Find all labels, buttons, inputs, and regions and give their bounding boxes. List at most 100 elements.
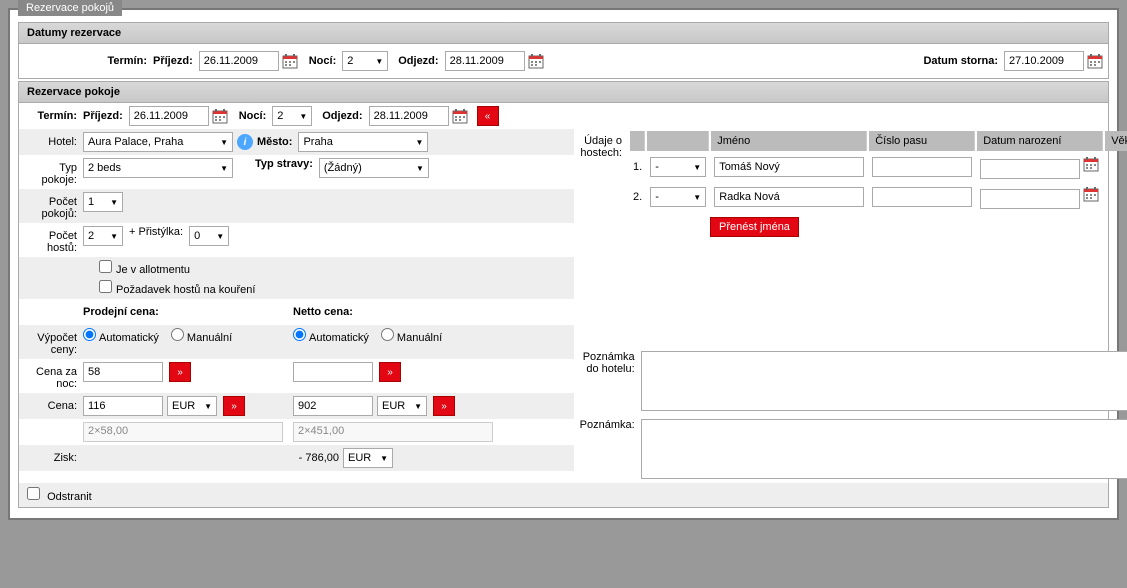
room-departure-input[interactable] [369,106,449,126]
prodejni-label: Prodejní cena: [83,306,293,318]
calendar-icon[interactable] [1082,155,1100,173]
general-note-label: Poznámka: [578,419,641,479]
sell-currency-select[interactable]: EUR▼ [167,396,217,416]
nights-select[interactable]: 2▼ [342,51,388,71]
netto-label: Netto cena: [293,306,353,318]
guests-label: Údaje o hostech: [578,129,628,237]
zisk-label: Zisk: [23,452,83,464]
info-icon[interactable]: i [237,134,253,150]
net-price-night-input[interactable] [293,362,373,382]
zisk-currency-select[interactable]: EUR▼ [343,448,393,468]
col-pas: Číslo pasu [869,131,975,151]
guests-table: Jméno Číslo pasu Datum narození Věk [628,129,1127,213]
pocet-pokoju-label: Počet pokojů: [23,192,83,220]
pocet-hostu-label: Počet hostů: [23,226,83,254]
zisk-value: - 786,00 [293,452,343,464]
cena-label: Cena: [23,400,83,412]
city-select[interactable]: Praha▼ [298,132,428,152]
guest-count-select[interactable]: 2▼ [83,226,123,246]
storno-label: Datum storna: [923,55,1004,67]
calendar-icon[interactable] [1082,185,1100,203]
room-type-select[interactable]: 2 beds▼ [83,158,233,178]
hotel-select[interactable]: Aura Palace, Praha▼ [83,132,233,152]
room-arrival-input[interactable] [129,106,209,126]
prijezd-label: Příjezd: [153,55,199,67]
arrival-date-input[interactable] [199,51,279,71]
general-note-textarea[interactable] [641,419,1127,479]
sell-manual-radio-label[interactable]: Manuální [171,328,232,344]
room-section: Rezervace pokoje Termín: Příjezd: Nocí: … [18,81,1109,508]
net-breakdown: 2×451,00 [293,422,493,442]
room-nights-select[interactable]: 2▼ [272,106,312,126]
termin-label: Termín: [23,110,83,122]
guest-passport-input[interactable] [872,157,972,177]
sell-breakdown: 2×58,00 [83,422,283,442]
hotel-note-textarea[interactable] [641,351,1127,411]
net-arrow-button[interactable]: » [433,396,455,416]
termin-label: Termín: [23,55,153,67]
departure-date-input[interactable] [445,51,525,71]
sell-auto-radio[interactable] [83,328,96,341]
sell-night-arrow-button[interactable]: » [169,362,191,382]
room-count-select[interactable]: 1▼ [83,192,123,212]
col-narozeni: Datum narození [977,131,1103,151]
net-manual-radio[interactable] [381,328,394,341]
extra-bed-select[interactable]: 0▼ [189,226,229,246]
net-night-arrow-button[interactable]: » [379,362,401,382]
net-manual-radio-label[interactable]: Manuální [381,328,442,344]
guest-name-input[interactable] [714,187,864,207]
guest-row: 1. -▼ [630,153,1127,181]
dates-section: Datumy rezervace Termín: Příjezd: Nocí: … [18,22,1109,79]
sell-price-input[interactable] [83,396,163,416]
hotel-label: Hotel: [23,136,83,148]
dates-header: Datumy rezervace [19,23,1108,44]
collapse-button[interactable]: « [477,106,499,126]
guest-title-select[interactable]: -▼ [650,187,706,207]
calendar-icon[interactable] [451,107,469,125]
guest-birth-input[interactable] [980,189,1080,209]
allotment-checkbox-label[interactable]: Je v allotmentu [99,260,190,276]
cena-noc-label: Cena za noc: [23,362,83,390]
smoking-checkbox[interactable] [99,280,112,293]
room-header: Rezervace pokoje [19,82,1108,103]
vypocet-label: Výpočet ceny: [23,328,83,356]
sell-arrow-button[interactable]: » [223,396,245,416]
guest-title-select[interactable]: -▼ [650,157,706,177]
guest-name-input[interactable] [714,157,864,177]
odjezd-label: Odjezd: [312,110,368,122]
mesto-label: Město: [257,136,298,148]
meal-type-select[interactable]: (Žádný)▼ [319,158,429,178]
sell-price-night-input[interactable] [83,362,163,382]
net-currency-select[interactable]: EUR▼ [377,396,427,416]
storno-date-input[interactable] [1004,51,1084,71]
net-auto-radio-label[interactable]: Automatický [293,328,369,344]
sell-auto-radio-label[interactable]: Automatický [83,328,159,344]
remove-checkbox[interactable] [27,487,40,500]
calendar-icon[interactable] [211,107,229,125]
odjezd-label: Odjezd: [388,55,444,67]
pristylka-label: + Přistýlka: [123,226,189,238]
typ-pokoje-label: Typ pokoje: [23,158,83,186]
calendar-icon[interactable] [527,52,545,70]
guest-birth-input[interactable] [980,159,1080,179]
net-auto-radio[interactable] [293,328,306,341]
smoking-checkbox-label[interactable]: Požadavek hostů na kouření [99,280,255,296]
guest-passport-input[interactable] [872,187,972,207]
noci-label: Nocí: [299,55,343,67]
allotment-checkbox[interactable] [99,260,112,273]
reservation-window: Rezervace pokojů Datumy rezervace Termín… [8,8,1119,520]
typ-stravy-label: Typ stravy: [255,158,319,170]
window-title: Rezervace pokojů [18,0,122,16]
calendar-icon[interactable] [1086,52,1104,70]
sell-manual-radio[interactable] [171,328,184,341]
guest-row: 2. -▼ [630,183,1127,211]
hotel-note-label: Poznámka do hotelu: [578,351,641,411]
noci-label: Nocí: [229,110,273,122]
net-price-input[interactable] [293,396,373,416]
calendar-icon[interactable] [281,52,299,70]
col-jmeno: Jméno [711,131,867,151]
col-vek: Věk [1105,131,1127,151]
remove-checkbox-label[interactable]: Odstranit [27,487,92,503]
prijezd-label: Příjezd: [83,110,129,122]
transfer-names-button[interactable]: Přenést jména [710,217,799,237]
